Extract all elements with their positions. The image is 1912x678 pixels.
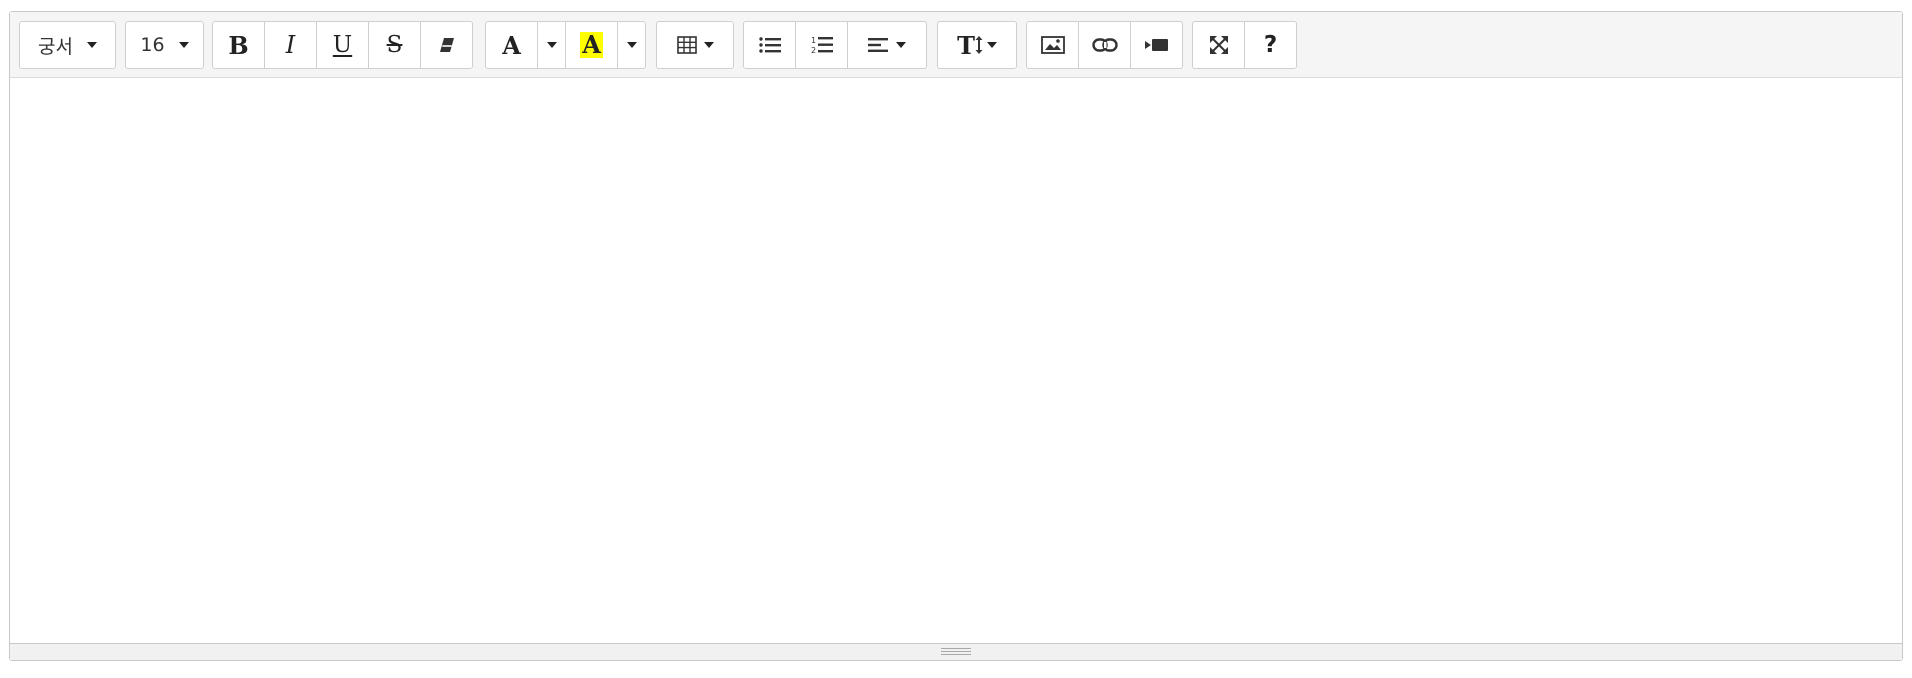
underline-icon: U (332, 32, 353, 58)
underline-button[interactable]: U (316, 21, 369, 69)
strikethrough-button[interactable]: S (368, 21, 421, 69)
table-dropdown[interactable] (656, 21, 734, 69)
paragraph-group: 12 (743, 21, 927, 69)
svg-text:2: 2 (811, 46, 816, 55)
insert-group (1026, 21, 1183, 69)
line-height-icon: T (957, 31, 983, 60)
font-size-dropdown[interactable]: 16 (125, 21, 204, 69)
chevron-down-icon (86, 42, 97, 48)
highlight-color-dropdown[interactable] (617, 21, 646, 69)
chevron-down-icon (626, 42, 637, 48)
view-group: ? (1192, 21, 1297, 69)
link-icon (1091, 38, 1118, 52)
align-dropdown[interactable] (847, 21, 927, 69)
insert-picture-button[interactable] (1026, 21, 1079, 69)
help-button[interactable]: ? (1244, 21, 1297, 69)
line-height-glyph: T (957, 30, 975, 60)
numbered-list-icon: 12 (811, 35, 833, 55)
color-group: A A (485, 21, 646, 69)
table-group (656, 21, 734, 69)
line-height-group: T (937, 21, 1017, 69)
font-family-label: 궁서 (38, 35, 73, 58)
chevron-down-icon (178, 42, 189, 48)
editor-toolbar: 궁서 16 B I U S A A 1 2 T ? (10, 12, 1902, 78)
chevron-down-icon (703, 42, 714, 48)
fullscreen-icon (1209, 35, 1229, 55)
insert-link-button[interactable] (1078, 21, 1131, 69)
italic-icon: I (285, 31, 296, 59)
chevron-down-icon (986, 42, 997, 48)
insert-video-button[interactable] (1130, 21, 1183, 69)
resize-grip-icon[interactable] (941, 648, 971, 655)
chevron-down-icon (896, 42, 906, 48)
eraser-icon (438, 37, 456, 53)
picture-icon (1040, 36, 1065, 54)
align-left-icon (868, 37, 888, 53)
font-color-icon: A (502, 30, 521, 60)
highlight-color-button[interactable]: A (565, 21, 618, 69)
ordered-list-button[interactable]: 12 (795, 21, 848, 69)
font-size-label: 16 (140, 34, 165, 56)
bold-button[interactable]: B (212, 21, 265, 69)
unordered-list-button[interactable] (743, 21, 796, 69)
font-family-dropdown[interactable]: 궁서 (19, 21, 116, 69)
chevron-down-icon (546, 42, 557, 48)
strikethrough-icon: S (386, 32, 403, 58)
clear-format-button[interactable] (420, 21, 473, 69)
rich-text-editor: 궁서 16 B I U S A A 1 2 T ? (9, 11, 1903, 661)
svg-text:1: 1 (811, 36, 816, 45)
bulleted-list-icon (758, 36, 781, 54)
text-style-group: B I U S (212, 21, 473, 69)
bold-icon: B (228, 30, 249, 60)
fullscreen-button[interactable] (1192, 21, 1245, 69)
font-color-button[interactable]: A (485, 21, 538, 69)
video-icon (1144, 38, 1169, 52)
font-color-dropdown[interactable] (537, 21, 566, 69)
table-icon (676, 36, 697, 54)
line-height-dropdown[interactable]: T (937, 21, 1017, 69)
italic-button[interactable]: I (264, 21, 317, 69)
font-family-group: 궁서 (19, 21, 116, 69)
font-size-group: 16 (125, 21, 204, 69)
help-icon: ? (1263, 32, 1278, 58)
editor-resize-bar[interactable] (10, 643, 1902, 660)
editor-content-area[interactable] (10, 78, 1902, 644)
highlight-color-icon: A (580, 30, 603, 59)
